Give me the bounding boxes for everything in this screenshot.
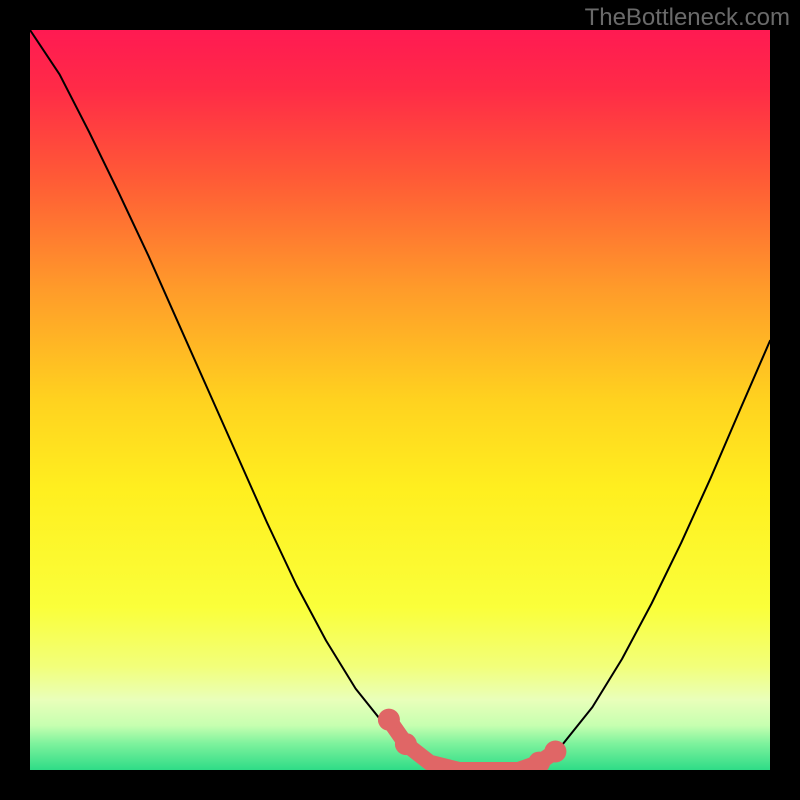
gradient-background xyxy=(30,30,770,770)
marker-dot xyxy=(395,733,417,755)
watermark-text: TheBottleneck.com xyxy=(585,4,790,32)
marker-dot xyxy=(544,741,566,763)
marker-dot xyxy=(378,709,400,731)
plot-area xyxy=(30,30,770,770)
chart-container: TheBottleneck.com xyxy=(0,0,800,800)
plot-svg xyxy=(30,30,770,770)
